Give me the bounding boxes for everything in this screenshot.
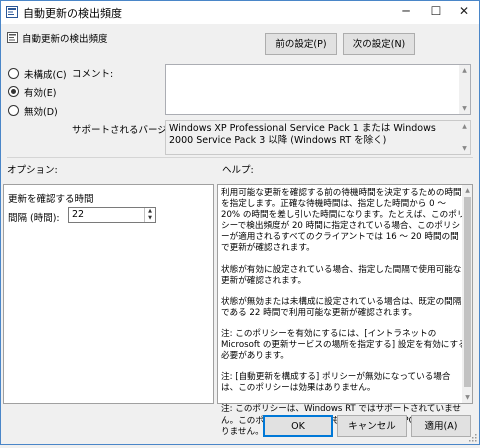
scroll-down-icon[interactable]: ▼ — [462, 392, 473, 403]
scroll-up-icon[interactable]: ▲ — [459, 121, 470, 132]
options-group-title: 更新を確認する時間 — [8, 194, 94, 205]
supported-on-text: Windows XP Professional Service Pack 1 ま… — [169, 123, 436, 146]
help-scrollbar[interactable]: ▲ ▼ — [462, 185, 472, 403]
options-label: オプション: — [7, 165, 58, 176]
apply-button[interactable]: 適用(A) — [411, 415, 471, 437]
scroll-down-icon[interactable]: ▼ — [459, 143, 470, 154]
minimize-button[interactable]: ─ — [391, 1, 421, 24]
help-paragraph: 状態が無効または未構成に設定されている場合は、既定の間隔である 22 時間で利用… — [221, 296, 462, 318]
help-paragraph: 注: [自動更新を構成する] ポリシーが無効になっている場合は、このポリシーは効… — [221, 372, 451, 394]
window-title: 自動更新の検出頻度 — [23, 7, 122, 20]
supported-on-box: Windows XP Professional Service Pack 1 ま… — [165, 120, 471, 155]
spin-up-icon[interactable]: ▲ — [145, 208, 155, 215]
help-paragraph: 注: このポリシーを有効にするには、[イントラネットの Microsoft の更… — [221, 328, 467, 362]
cancel-button[interactable]: キャンセル — [337, 415, 407, 437]
radio-disabled-label: 無効(D) — [24, 107, 58, 118]
spin-down-icon[interactable]: ▼ — [145, 215, 155, 222]
comment-label: コメント: — [72, 69, 114, 80]
setting-name: 自動更新の検出頻度 — [22, 34, 108, 45]
interval-value: 22 — [72, 209, 85, 220]
radio-circle — [8, 105, 19, 116]
radio-circle — [8, 86, 19, 97]
title-bar[interactable]: 自動更新の検出頻度 ─ ☐ ✕ — [1, 1, 479, 24]
supported-scrollbar[interactable]: ▲ ▼ — [459, 121, 470, 154]
interval-spinbox[interactable]: 22 ▲ ▼ — [68, 207, 156, 223]
ok-button[interactable]: OK — [263, 415, 333, 437]
scroll-thumb[interactable] — [464, 197, 471, 387]
policy-app-icon — [6, 6, 18, 18]
section-separator — [7, 157, 473, 158]
previous-setting-button[interactable]: 前の設定(P) — [265, 33, 337, 55]
policy-dialog-window: 自動更新の検出頻度 ─ ☐ ✕ 自動更新の検出頻度 前の設定(P) 次の設定(N… — [0, 0, 480, 445]
help-paragraph: 状態が有効に設定されている場合、指定した間隔で使用可能な更新が確認されます。 — [221, 264, 462, 286]
radio-not-configured-label: 未構成(C) — [24, 70, 67, 81]
interval-label: 間隔 (時間): — [8, 213, 60, 224]
setting-icon — [7, 32, 18, 43]
comment-scrollbar[interactable]: ▲ ▼ — [459, 65, 470, 114]
close-button[interactable]: ✕ — [449, 1, 479, 24]
spin-arrows[interactable]: ▲ ▼ — [144, 208, 155, 222]
radio-circle — [8, 68, 19, 79]
comment-textarea[interactable]: ▲ ▼ — [165, 64, 471, 115]
options-panel: 更新を確認する時間 間隔 (時間): 22 ▲ ▼ — [3, 184, 214, 404]
scroll-up-icon[interactable]: ▲ — [459, 65, 470, 76]
resize-grip-icon[interactable] — [468, 433, 477, 442]
scroll-up-icon[interactable]: ▲ — [462, 185, 473, 196]
radio-enabled-label: 有効(E) — [24, 88, 57, 99]
help-text: 利用可能な更新を確認する前の待機時間を決定するための時間を指定します。正確な待機… — [221, 188, 467, 448]
help-panel: 利用可能な更新を確認する前の待機時間を決定するための時間を指定します。正確な待機… — [217, 184, 473, 437]
help-label: ヘルプ: — [222, 165, 254, 176]
scroll-down-icon[interactable]: ▼ — [459, 103, 470, 114]
next-setting-button[interactable]: 次の設定(N) — [343, 33, 415, 55]
help-paragraph: 利用可能な更新を確認する前の待機時間を決定するための時間を指定します。正確な待機… — [221, 188, 466, 254]
maximize-button[interactable]: ☐ — [421, 1, 451, 24]
radio-selected-dot — [11, 89, 16, 94]
